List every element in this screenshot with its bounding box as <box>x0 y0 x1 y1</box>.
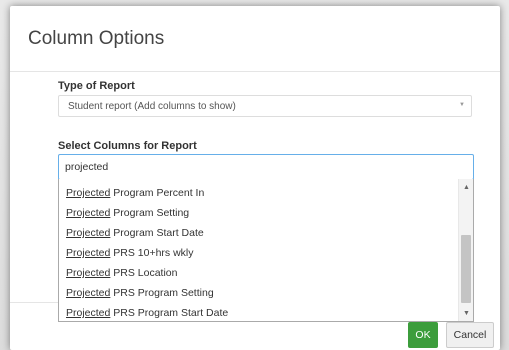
dropdown-scrollbar[interactable]: ▲ ▼ <box>458 179 473 321</box>
option-rest-text: PRS Location <box>110 267 178 279</box>
ok-button[interactable]: OK <box>408 322 438 348</box>
report-type-value: Student report (Add columns to show) <box>68 101 236 112</box>
chevron-down-icon: ▼ <box>459 102 465 108</box>
cancel-button[interactable]: Cancel <box>446 322 494 348</box>
option-projected-prs-location[interactable]: Projected PRS Location <box>59 263 456 283</box>
footer-divider <box>10 302 58 303</box>
option-match-text: Projected <box>66 247 111 259</box>
scrollbar-thumb[interactable] <box>461 235 471 303</box>
scroll-up-icon[interactable]: ▲ <box>459 181 474 195</box>
dialog-title: Column Options <box>28 28 165 49</box>
column-options-dialog: Column Options Type of Report Student re… <box>10 6 500 350</box>
option-projected-prs-program-setting[interactable]: Projected PRS Program Setting <box>59 283 456 303</box>
column-options-dropdown: Projected Program Percent In Projected P… <box>58 179 474 322</box>
option-projected-program-start-date[interactable]: Projected Program Start Date <box>59 223 456 243</box>
option-projected-prs-10hrs-wkly[interactable]: Projected PRS 10+hrs wkly <box>59 243 456 263</box>
option-rest-text: Program Percent In <box>110 187 205 199</box>
scroll-down-icon[interactable]: ▼ <box>459 307 474 321</box>
option-match-text: Projected <box>66 267 111 279</box>
option-rest-text: PRS Program Start Date <box>110 307 229 319</box>
option-projected-prs-program-start-date[interactable]: Projected PRS Program Start Date <box>59 303 456 323</box>
option-rest-text: Program Start Date <box>110 227 204 239</box>
option-match-text: Projected <box>66 187 111 199</box>
select-columns-label: Select Columns for Report <box>58 140 197 152</box>
report-type-select[interactable]: Student report (Add columns to show) ▼ <box>58 95 472 117</box>
option-rest-text: PRS Program Setting <box>110 287 214 299</box>
column-search-box[interactable] <box>58 154 474 180</box>
option-match-text: Projected <box>66 227 111 239</box>
dialog-header: Column Options <box>10 6 500 72</box>
type-of-report-label: Type of Report <box>58 80 135 92</box>
option-projected-program-percent-in[interactable]: Projected Program Percent In <box>59 183 456 203</box>
option-match-text: Projected <box>66 207 111 219</box>
option-rest-text: Program Setting <box>110 207 190 219</box>
column-search-input[interactable] <box>65 159 455 175</box>
option-rest-text: PRS 10+hrs wkly <box>110 247 194 259</box>
option-projected-program-setting[interactable]: Projected Program Setting <box>59 203 456 223</box>
option-match-text: Projected <box>66 287 111 299</box>
option-match-text: Projected <box>66 307 111 319</box>
